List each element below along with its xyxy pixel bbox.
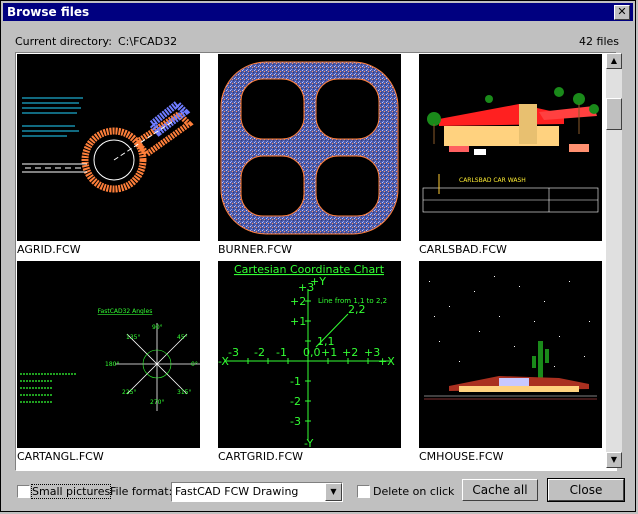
- thumbnail-grid: AGRID.FCW BURNER.FCW CARLSBAD CAR WASH C…: [15, 52, 617, 471]
- svg-text:+X: +X: [378, 355, 395, 368]
- file-format-select[interactable]: FastCAD FCW Drawing ▼: [171, 482, 343, 502]
- thumbnail-cartangl[interactable]: FastCAD32 Angles 90° 135° 45° 180° 0° 225° 3…: [17, 261, 200, 448]
- file-name-cartangl: CARTANGL.FCW: [17, 450, 104, 463]
- file-name-carlsbad: CARLSBAD.FCW: [419, 243, 507, 256]
- delete-on-click-checkbox[interactable]: [357, 485, 370, 498]
- svg-text:+Y: +Y: [310, 275, 326, 288]
- small-pictures-label[interactable]: Small pictures: [30, 484, 112, 499]
- thumbnail-cmhouse[interactable]: [419, 261, 602, 448]
- close-icon[interactable]: ✕: [614, 5, 630, 20]
- svg-text:45°: 45°: [177, 334, 188, 341]
- file-format-label: File format:: [110, 485, 173, 498]
- svg-text:270°: 270°: [150, 399, 164, 406]
- current-directory-value: C:\FCAD32: [118, 35, 178, 48]
- cache-all-button[interactable]: Cache all: [462, 479, 538, 501]
- carlsbad-sign-text: CARLSBAD CAR WASH: [459, 177, 526, 184]
- delete-on-click-label[interactable]: Delete on click: [373, 485, 454, 498]
- svg-text:-2: -2: [254, 346, 265, 359]
- svg-text:+1: +1: [290, 315, 306, 328]
- current-directory-label: Current directory:: [15, 35, 112, 48]
- burner-preview: [220, 61, 399, 235]
- svg-text:+2: +2: [290, 295, 306, 308]
- cartgrid-preview: Cartesian Coordinate Chart +3+Y +2+1 -1-…: [218, 263, 395, 450]
- cartangl-title: FastCAD32 Angles: [98, 308, 153, 315]
- scroll-up-icon[interactable]: ▲: [606, 53, 622, 69]
- svg-text:90°: 90°: [152, 324, 163, 331]
- browse-files-dialog: Browse files ✕ Current directory: C:\FCA…: [0, 0, 636, 512]
- svg-text:135°: 135°: [126, 334, 140, 341]
- thumbnail-burner[interactable]: [218, 54, 401, 241]
- file-count: 42 files: [579, 35, 619, 48]
- thumbnail-agrid[interactable]: [17, 54, 200, 241]
- chevron-down-icon[interactable]: ▼: [325, 483, 342, 501]
- svg-text:-1: -1: [276, 346, 287, 359]
- file-name-agrid: AGRID.FCW: [17, 243, 81, 256]
- svg-text:180°: 180°: [105, 361, 119, 368]
- file-name-burner: BURNER.FCW: [218, 243, 293, 256]
- cmhouse-preview: [424, 276, 597, 400]
- window-title: Browse files: [7, 5, 90, 19]
- svg-text:-1: -1: [290, 375, 301, 388]
- agrid-preview: [22, 97, 194, 193]
- file-name-cartgrid: CARTGRID.FCW: [218, 450, 304, 463]
- file-format-value: FastCAD FCW Drawing: [175, 485, 299, 498]
- thumbnail-carlsbad[interactable]: CARLSBAD CAR WASH: [419, 54, 602, 241]
- scroll-down-icon[interactable]: ▼: [606, 452, 622, 468]
- scroll-thumb[interactable]: [606, 98, 622, 130]
- svg-text:225°: 225°: [122, 389, 136, 396]
- svg-text:-3: -3: [290, 415, 301, 428]
- file-name-cmhouse: CMHOUSE.FCW: [419, 450, 504, 463]
- small-pictures-checkbox[interactable]: [17, 485, 30, 498]
- svg-text:-X: -X: [218, 355, 229, 368]
- title-bar: Browse files ✕: [3, 3, 633, 21]
- close-button[interactable]: Close: [547, 478, 625, 502]
- svg-text:-3: -3: [228, 346, 239, 359]
- cartgrid-note: Line from 1,1 to 2,2: [318, 297, 387, 305]
- svg-text:-2: -2: [290, 395, 301, 408]
- svg-text:0°: 0°: [191, 361, 198, 368]
- thumbnail-cartgrid[interactable]: Cartesian Coordinate Chart +3 +Y +2 +1 -1-…: [218, 261, 401, 450]
- svg-text:315°: 315°: [177, 389, 191, 396]
- vertical-scrollbar[interactable]: ▲ ▼: [606, 53, 622, 468]
- svg-text:1,1: 1,1: [317, 335, 335, 348]
- carlsbad-preview: CARLSBAD CAR WASH: [422, 87, 599, 213]
- cartangl-preview: FastCAD32 Angles 90° 135° 45° 180° 0° 225° 3…: [20, 308, 200, 411]
- svg-text:+2: +2: [342, 346, 358, 359]
- svg-text:-Y: -Y: [304, 437, 314, 448]
